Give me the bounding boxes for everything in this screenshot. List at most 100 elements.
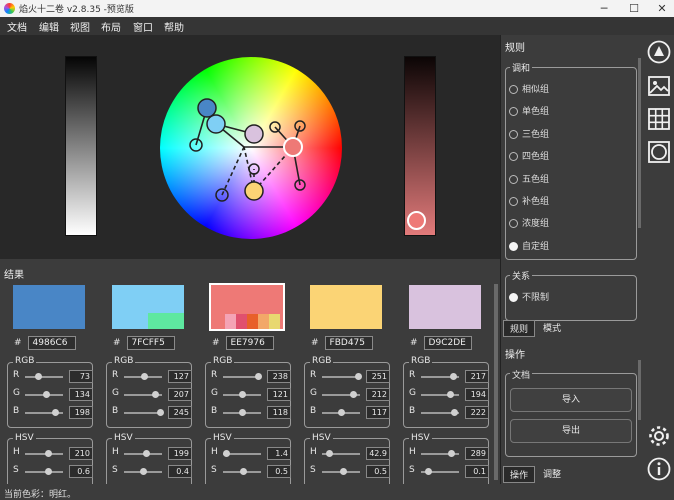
radio-button[interactable] [509,174,518,184]
rgb-slider-knob[interactable] [34,373,42,380]
menu-help[interactable]: 帮助 [164,19,184,34]
depth-handle[interactable] [407,211,426,230]
harmony-option[interactable]: 单色组 [509,104,549,117]
rgb-slider-knob[interactable] [337,409,345,416]
swatch-1[interactable] [13,285,85,329]
rgb-value-field[interactable]: 121 [267,388,291,401]
radio-button[interactable] [509,85,518,94]
hsv-value-field[interactable]: 1.4 [267,447,291,460]
hsv-slider-knob[interactable] [142,450,150,457]
rgb-value-field[interactable]: 222 [465,406,489,419]
harmony-option[interactable]: 四色组 [509,149,549,162]
rgb-slider-knob[interactable] [156,409,164,416]
radio-button[interactable] [509,152,518,162]
tab-1[interactable]: 规则 [503,320,536,337]
hsv-value-field[interactable]: 210 [69,447,93,460]
rgb-slider[interactable] [322,376,360,378]
rgb-value-field[interactable]: 118 [267,406,291,419]
hsv-slider[interactable] [25,471,63,473]
results-scrollbar[interactable] [494,284,498,480]
rgb-value-field[interactable]: 238 [267,370,291,383]
swatch-2[interactable] [112,285,184,329]
rgb-value-field[interactable]: 127 [168,370,192,383]
hex-input[interactable]: 4986C6 [27,336,76,350]
hsv-slider-knob[interactable] [340,468,348,475]
rgb-slider-knob[interactable] [450,409,458,416]
rgb-value-field[interactable]: 198 [69,406,93,419]
rgb-slider-knob[interactable] [151,391,159,398]
rgb-slider-knob[interactable] [446,391,454,398]
hex-input[interactable]: FBD475 [324,336,373,350]
rgb-value-field[interactable]: 245 [168,406,192,419]
hex-input[interactable]: EE7976 [225,336,274,350]
rgb-slider-knob[interactable] [51,409,59,416]
rgb-value-field[interactable]: 251 [366,370,390,383]
hex-input[interactable]: 7FCFF5 [126,336,175,350]
rgb-slider-knob[interactable] [238,391,246,398]
radio-button[interactable] [509,107,518,117]
rgb-value-field[interactable]: 117 [366,406,390,419]
rgb-value-field[interactable]: 212 [366,388,390,401]
wheel-mode-icon[interactable] [647,40,671,64]
maximize-button[interactable]: ☐ [620,0,648,17]
tab-2[interactable]: 模式 [537,320,567,335]
swatch-3[interactable] [209,283,285,331]
rgb-value-field[interactable]: 217 [465,370,489,383]
settings-icon[interactable] [647,424,671,448]
hsv-value-field[interactable]: 199 [168,447,192,460]
rgb-slider-knob[interactable] [141,373,148,380]
hsv-value-field[interactable]: 0.5 [267,465,291,478]
hsv-slider-knob[interactable] [240,468,247,475]
rgb-value-field[interactable]: 207 [168,388,192,401]
radio-button[interactable] [509,197,518,206]
radio-button[interactable] [509,293,518,302]
radio-button[interactable] [509,241,518,251]
menu-layout[interactable]: 布局 [101,19,121,34]
rgb-value-field[interactable]: 194 [465,388,489,401]
close-button[interactable]: ✕ [648,0,674,17]
radio-button[interactable] [509,219,518,229]
harmony-option[interactable]: 浓度组 [509,216,549,229]
rgb-slider-knob[interactable] [238,409,246,416]
color-wheel[interactable] [160,57,342,239]
menu-window[interactable]: 窗口 [133,19,153,34]
composite-icon[interactable] [647,140,671,164]
rgb-value-field[interactable]: 73 [69,370,93,383]
import-button[interactable]: 导入 [510,388,632,412]
hsv-value-field[interactable]: 0.6 [69,465,93,478]
rgb-slider-knob[interactable] [254,373,262,380]
menu-edit[interactable]: 编辑 [39,19,59,34]
harmony-option[interactable]: 相似组 [509,82,549,95]
rgb-slider[interactable] [25,376,63,378]
info-icon[interactable] [647,457,671,481]
minimize-button[interactable]: ─ [590,0,618,17]
harmony-option[interactable]: 三色组 [509,127,549,140]
relation-option[interactable]: 不限制 [509,290,549,303]
swatch-4[interactable] [310,285,382,329]
hex-input[interactable]: D9C2DE [423,336,472,350]
grid-icon[interactable] [647,107,671,131]
rgb-value-field[interactable]: 134 [69,388,93,401]
hsv-slider-knob[interactable] [44,450,52,457]
ops-scrollbar[interactable] [638,360,641,420]
swatch-5[interactable] [409,285,481,329]
hsv-value-field[interactable]: 42.9 [366,447,390,460]
radio-button[interactable] [509,129,518,139]
image-icon[interactable] [647,74,671,98]
menu-view[interactable]: 视图 [70,19,90,34]
rgb-slider-knob[interactable] [43,391,51,398]
tab-1[interactable]: 操作 [503,466,536,483]
hsv-value-field[interactable]: 0.5 [366,465,390,478]
hsv-value-field[interactable]: 0.1 [465,465,489,478]
hsv-value-field[interactable]: 289 [465,447,489,460]
tab-2[interactable]: 调整 [537,466,567,481]
harmony-option[interactable]: 五色组 [509,172,549,185]
menu-file[interactable]: 文档 [7,19,27,34]
hsv-value-field[interactable]: 0.4 [168,465,192,478]
harmony-option[interactable]: 补色组 [509,194,549,207]
harmony-option[interactable]: 自定组 [509,239,549,252]
rules-scrollbar[interactable] [638,58,641,228]
color-depth-bar[interactable] [404,56,436,236]
rgb-slider-knob[interactable] [449,373,457,380]
value-bar[interactable] [65,56,97,236]
